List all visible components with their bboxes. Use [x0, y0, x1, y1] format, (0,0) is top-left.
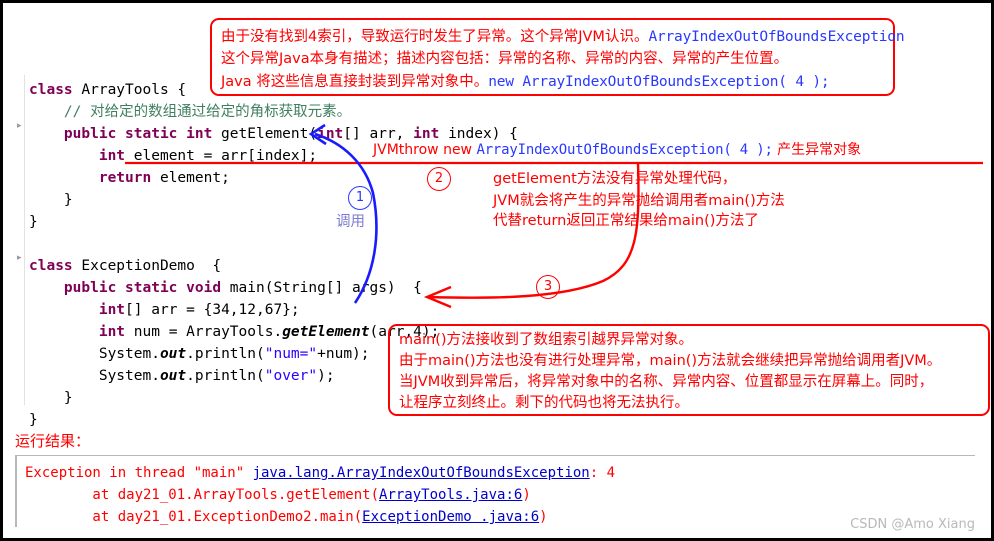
annotation-right-note-line3: 代替return返回正常结果给main()方法了 [493, 213, 759, 229]
code-token: num = ArrayTools. [125, 324, 283, 340]
code-token: int [98, 302, 126, 318]
code-token: "over" [264, 368, 318, 384]
code-token: int [98, 148, 126, 164]
console-line-stack-1: at day21_01.ArrayTools.getElement(ArrayT… [25, 487, 531, 503]
watermark: CSDN @Amo Xiang [850, 517, 975, 532]
code-token: // 对给定的数组通过给定的角标获取元素。 [63, 104, 352, 120]
result-label: 运行结果： [15, 432, 91, 450]
annotation-top-line1: 由于没有找到4索引，导致运行时发生了异常。这个异常JVM认识。ArrayInde… [221, 29, 905, 45]
screenshot-root: ▸ ▸ class ArrayTools { // 对给定的数组通过给定的角标获… [0, 0, 994, 541]
code-token: System. [98, 346, 160, 362]
code-token: } [63, 192, 73, 208]
code-fold-marker[interactable]: ▸ [17, 254, 26, 263]
code-token: public static void [63, 280, 222, 296]
marker-circle-3: 3 [536, 275, 560, 299]
code-token: [] arr = {34,12,67}; [125, 302, 300, 318]
annotation-bottom-line2: 由于main()方法也没有进行处理异常，main()方法就会继续把异常抛给调用者… [399, 353, 942, 369]
code-token: ExceptionDemo { [72, 258, 222, 274]
code-line: public static void main(String[] args) { [29, 277, 518, 299]
annotation-bottom-line4: 让程序立刻终止。剩下的代码也将无法执行。 [399, 395, 689, 411]
code-token: out [159, 346, 187, 362]
code-token: System. [98, 368, 160, 384]
code-token: element; [151, 170, 230, 186]
call-label: 调用 [336, 214, 365, 230]
stacktrace-link-arraytools[interactable]: ArrayTools.java:6 [379, 487, 522, 503]
marker-circle-1: 1 [348, 186, 372, 210]
code-token: } [63, 390, 73, 406]
annotation-top-line2: 这个异常Java本身有描述；描述内容包括：异常的名称、异常的内容、异常的产生位置… [221, 51, 789, 67]
code-token: getElement [282, 324, 370, 340]
code-token: getElement( [212, 126, 318, 142]
code-token: int [98, 324, 126, 340]
stacktrace-link-exceptiondemo[interactable]: ExceptionDemo .java:6 [362, 509, 539, 525]
annotation-right-note-line2: JVM就会将产生的异常抛给调用者main()方法 [493, 193, 785, 209]
code-token: class [29, 82, 73, 98]
code-line: int[] arr = {34,12,67}; [29, 299, 518, 321]
code-fold-marker[interactable]: ▸ [17, 122, 26, 131]
code-token: public static int [63, 126, 213, 142]
exception-class-link[interactable]: java.lang.ArrayIndexOutOfBoundsException [253, 465, 590, 481]
code-token: .println( [186, 346, 265, 362]
console-line-exception: Exception in thread "main" java.lang.Arr… [25, 465, 616, 481]
code-token: .println( [186, 368, 265, 384]
code-token: } [29, 412, 38, 428]
annotation-bottom-line3: 当JVM收到异常后，将异常对象中的名称、异常内容、位置都显示在屏幕上。同时， [399, 374, 934, 390]
code-line: } [29, 189, 518, 211]
code-token: } [29, 214, 38, 230]
code-token: ); [317, 368, 335, 384]
code-token: out [159, 368, 187, 384]
code-token: class [29, 258, 73, 274]
code-token: "num=" [264, 346, 318, 362]
code-line: // 对给定的数组通过给定的角标获取元素。 [29, 101, 518, 123]
code-line: class ExceptionDemo { [29, 255, 518, 277]
code-token: element = arr[index]; [125, 148, 318, 164]
code-token: int [317, 126, 344, 142]
console-output: Exception in thread "main" java.lang.Arr… [15, 455, 975, 527]
console-line-stack-2: at day21_01.ExceptionDemo2.main(Exceptio… [25, 509, 548, 525]
annotation-right-note-line1: getElement方法没有异常处理代码， [493, 171, 737, 187]
code-token: +num); [317, 346, 370, 362]
code-token: return [98, 170, 152, 186]
annotation-throw-line: JVMthrow new ArrayIndexOutOfBoundsExcept… [373, 142, 862, 158]
annotation-top-line3: Java 将这些信息直接封装到异常对象中。new ArrayIndexOutOf… [221, 74, 830, 90]
annotation-bottom-line1: main()方法接收到了数组索引越界异常对象。 [399, 332, 694, 348]
code-token: ArrayTools { [72, 82, 187, 98]
code-token: main(String[] args) { [221, 280, 422, 296]
marker-circle-2: 2 [427, 167, 451, 191]
code-line: } [29, 211, 518, 233]
